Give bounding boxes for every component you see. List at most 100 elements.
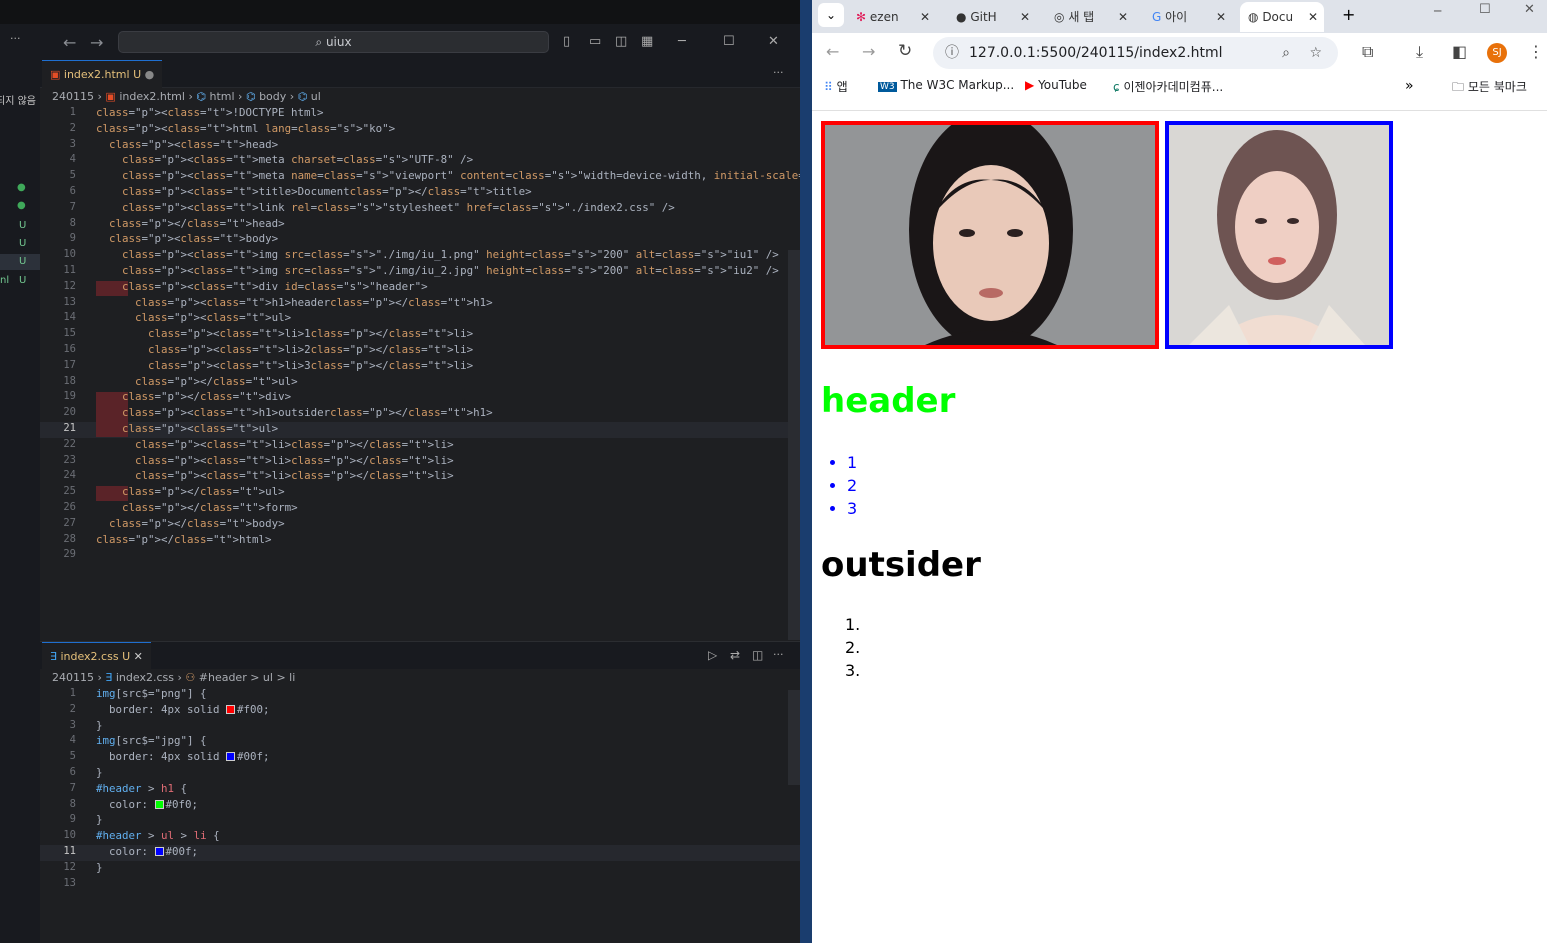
tab-index2-css[interactable]: ∃ index2.css U ✕ <box>42 642 151 670</box>
code-line: class="p"></class="t">head> <box>109 216 285 230</box>
iu1-image <box>821 110 1159 350</box>
apps-grid-icon: ⠿ <box>824 80 833 94</box>
maximize-icon[interactable]: ☐ <box>1479 2 1491 17</box>
code-line: class="p"><class="t">!DOCTYPE html> <box>96 106 324 119</box>
address-bar[interactable]: ⓘ 127.0.0.1:5500/240115/index2.html ⌕ ☆ <box>933 37 1338 69</box>
toggle-sidebar-icon[interactable]: ▯ <box>563 34 570 49</box>
zoom-icon[interactable]: ⌕ <box>1282 37 1290 69</box>
list-item: 1. <box>845 615 861 634</box>
chrome-tab-document[interactable]: ◍ Docu ✕ <box>1240 2 1324 32</box>
close-tab-icon[interactable]: ✕ <box>1308 2 1318 32</box>
dirty-dot-icon: ● <box>144 68 155 81</box>
code-line: class="p"><class="t">title>Documentclass… <box>122 185 532 198</box>
more-actions-icon[interactable]: ··· <box>773 648 784 661</box>
bookmark-apps[interactable]: ⠿ 앱 <box>824 78 848 95</box>
code-line: } <box>96 766 103 779</box>
css-scrollbar[interactable] <box>788 690 800 785</box>
back-icon[interactable]: ← <box>826 42 839 61</box>
toggle-panel-icon[interactable]: ▭ <box>589 34 601 49</box>
bookmark-youtube[interactable]: ▶ YouTube <box>1025 78 1087 92</box>
bookmark-w3c[interactable]: W3 The W3C Markup... <box>878 78 1014 92</box>
chrome-tab-google[interactable]: G 아이 ✕ <box>1152 2 1230 32</box>
code-line: color: #00f; <box>96 845 199 858</box>
line-number: 29 <box>63 548 76 561</box>
html-code-editor[interactable]: 1 class="p"><class="t">!DOCTYPE html> 2 cla… <box>40 106 850 636</box>
minimize-icon[interactable]: ─ <box>678 34 686 49</box>
line-number: 2 <box>69 702 76 715</box>
code-line: border: 4px solid #f00; <box>96 702 270 716</box>
code-line: class="p"></class="t">body> <box>109 516 285 530</box>
close-tab-icon[interactable]: ✕ <box>1020 2 1030 32</box>
more-bookmarks-icon[interactable]: » <box>1405 78 1414 94</box>
rendered-page: header 1 2 3 outsider 1. 2. 3. <box>812 110 1547 943</box>
youtube-icon: ▶ <box>1025 78 1035 92</box>
line-number: 7 <box>69 200 76 213</box>
new-tab-icon[interactable]: + <box>1342 5 1355 24</box>
site-info-icon[interactable]: ⓘ <box>945 37 959 69</box>
line-number: 7 <box>69 781 76 794</box>
back-icon[interactable]: ← <box>63 33 76 52</box>
code-line: class="p"><class="t">div id=class="s">"h… <box>122 279 428 293</box>
code-line: class="p"></class="t">ul> <box>122 485 285 499</box>
vscode-window: ← → ··· ⌕ uiux ▯ ▭ ◫ ▦ ─ ☐ ✕ 되지 않음 ● ● U… <box>0 0 850 943</box>
folder-icon: 🗀 <box>1452 80 1465 94</box>
code-line: #header > h1 { <box>96 781 188 795</box>
code-line: class="p"><class="t">meta name=class="s"… <box>122 169 850 183</box>
command-center-search[interactable]: ⌕ uiux <box>118 31 549 53</box>
chrome-tab-new[interactable]: ◎ 새 탭 ✕ <box>1054 2 1132 32</box>
css-code-editor[interactable]: 1 img[src$="png"] {2 border: 4px solid #f… <box>40 687 788 907</box>
run-icon[interactable]: ▷ <box>708 648 717 662</box>
split-editor-icon[interactable]: ◫ <box>752 648 763 662</box>
code-line: border: 4px solid #00f; <box>96 750 270 764</box>
close-tab-icon[interactable]: ✕ <box>1216 2 1226 32</box>
forward-icon[interactable]: → <box>862 42 875 61</box>
code-line: class="p"><class="t">h1>headerclass="p">… <box>135 295 493 309</box>
layout-icon[interactable]: ▦ <box>641 34 653 49</box>
w3c-icon: W3 <box>878 82 897 92</box>
compare-icon[interactable]: ⇄ <box>730 648 740 662</box>
bookmark-all[interactable]: 🗀 모든 북마크 <box>1452 78 1527 99</box>
profile-avatar[interactable]: SJ <box>1487 43 1507 63</box>
bookmark-star-icon[interactable]: ☆ <box>1309 37 1322 69</box>
more-actions-icon[interactable]: ··· <box>773 66 784 79</box>
chrome-window: ⌄ ✻ ezen ✕ ● GitH ✕ ◎ 새 탭 ✕ G 아이 ✕ ◍ Doc… <box>812 0 1547 943</box>
more-icon[interactable]: ··· <box>10 32 21 45</box>
download-icon[interactable]: ⤓ <box>1416 42 1423 62</box>
code-line: } <box>96 718 103 732</box>
close-icon[interactable]: ✕ <box>768 34 779 49</box>
tab-index2-html[interactable]: ▣ index2.html U ● <box>42 60 163 88</box>
side-panel-icon[interactable]: ◧ <box>1452 42 1467 61</box>
code-line: class="p"><class="t">li>class="p"></clas… <box>135 469 454 483</box>
line-number: 10 <box>63 248 76 261</box>
tab-search-icon[interactable]: ⌄ <box>818 3 844 27</box>
css-file-icon: ∃ <box>50 650 57 663</box>
editor-scrollbar[interactable] <box>788 250 800 640</box>
chrome-tab-github[interactable]: ● GitH ✕ <box>956 2 1034 32</box>
breadcrumb: 240115 › ▣ index2.html › ⌬ html › ⌬ body… <box>52 90 321 103</box>
menu-icon[interactable]: ⋮ <box>1528 42 1544 61</box>
title-strip <box>0 0 800 24</box>
code-line: class="p"><class="t">li>2class="p"></cla… <box>148 343 474 356</box>
bookmark-ezen[interactable]: ɕ 이젠아카데미컴퓨... <box>1113 78 1223 95</box>
outsider-heading: outsider <box>821 545 981 585</box>
toggle-secondary-icon[interactable]: ◫ <box>615 34 627 49</box>
chrome-icon: ◎ <box>1054 10 1065 24</box>
code-line: class="p"></class="t">ul> <box>135 374 298 388</box>
line-number: 4 <box>69 734 76 747</box>
explorer-sidebar: 되지 않음 ● ● U U U U nl <box>0 60 40 943</box>
chrome-tab-ezen[interactable]: ✻ ezen ✕ <box>856 2 934 32</box>
maximize-icon[interactable]: ☐ <box>723 34 735 49</box>
extensions-icon[interactable]: ⧉ <box>1362 42 1373 62</box>
line-number: 9 <box>69 232 76 245</box>
line-number: 5 <box>69 750 76 763</box>
reload-icon[interactable]: ↻ <box>898 41 912 61</box>
close-icon[interactable]: ✕ <box>1524 2 1535 17</box>
forward-icon[interactable]: → <box>90 33 103 52</box>
close-tab-icon[interactable]: ✕ <box>920 2 930 32</box>
line-number: 28 <box>63 532 76 545</box>
close-tab-icon[interactable]: ✕ <box>1118 2 1128 32</box>
minimize-icon[interactable]: ─ <box>1434 4 1441 18</box>
code-line: class="p"><class="t">h1>outsiderclass="p… <box>122 406 493 420</box>
line-number: 11 <box>63 845 76 857</box>
close-tab-icon[interactable]: ✕ <box>134 650 143 663</box>
